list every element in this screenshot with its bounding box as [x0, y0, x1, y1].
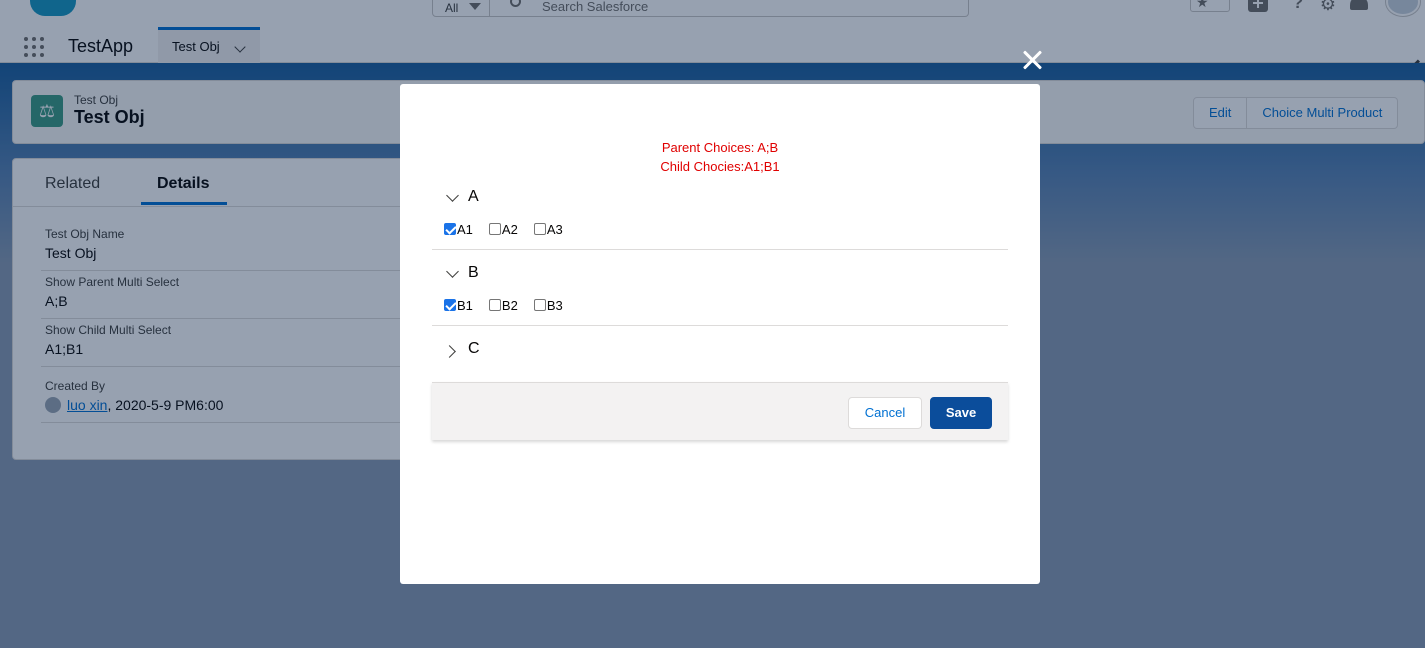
section-title: C — [468, 340, 480, 357]
option-b2[interactable]: B2 — [488, 296, 518, 314]
section-title: B — [468, 264, 479, 281]
accordion-header-a[interactable]: A — [432, 186, 632, 210]
option-label: A3 — [546, 221, 563, 237]
section-divider — [432, 249, 1008, 250]
option-b1[interactable]: B1 — [444, 296, 473, 314]
checkbox-b1[interactable] — [444, 299, 456, 311]
checkbox-a3[interactable] — [533, 223, 546, 235]
checkbox-a2[interactable] — [488, 223, 501, 235]
option-label: A2 — [501, 221, 518, 237]
option-label: B1 — [457, 297, 473, 313]
checkbox-b2[interactable] — [488, 299, 501, 311]
multi-select-modal: Parent Choices: A;B Child Chocies:A1;B1 … — [400, 84, 1040, 584]
option-label: B3 — [546, 297, 563, 313]
cancel-button[interactable]: Cancel — [848, 397, 922, 429]
accordion-header-b[interactable]: B — [432, 262, 632, 286]
parent-choices-text: Parent Choices: A;B — [661, 140, 779, 155]
option-group-b: B1 B2 B3 — [444, 296, 579, 314]
child-choices-text: Child Chocies:A1;B1 — [660, 159, 780, 174]
choice-summary: Parent Choices: A;B Child Chocies:A1;B1 — [400, 138, 1040, 176]
chevron-down-icon — [446, 189, 459, 202]
section-divider — [432, 325, 1008, 326]
chevron-right-icon — [443, 345, 456, 358]
save-button[interactable]: Save — [930, 397, 992, 429]
option-a3[interactable]: A3 — [533, 220, 563, 238]
option-a1[interactable]: A1 — [444, 220, 473, 238]
chevron-down-icon — [446, 265, 459, 278]
checkbox-a1[interactable] — [444, 223, 456, 235]
section-title: A — [468, 188, 479, 205]
option-label: B2 — [501, 297, 518, 313]
modal-footer: Cancel Save — [432, 382, 1008, 440]
option-group-a: A1 A2 A3 — [444, 220, 579, 238]
checkbox-b3[interactable] — [533, 299, 546, 311]
option-a2[interactable]: A2 — [488, 220, 518, 238]
accordion-header-c[interactable]: C — [432, 338, 632, 362]
option-b3[interactable]: B3 — [533, 296, 563, 314]
option-label: A1 — [457, 221, 473, 237]
close-icon[interactable] — [1020, 48, 1044, 72]
